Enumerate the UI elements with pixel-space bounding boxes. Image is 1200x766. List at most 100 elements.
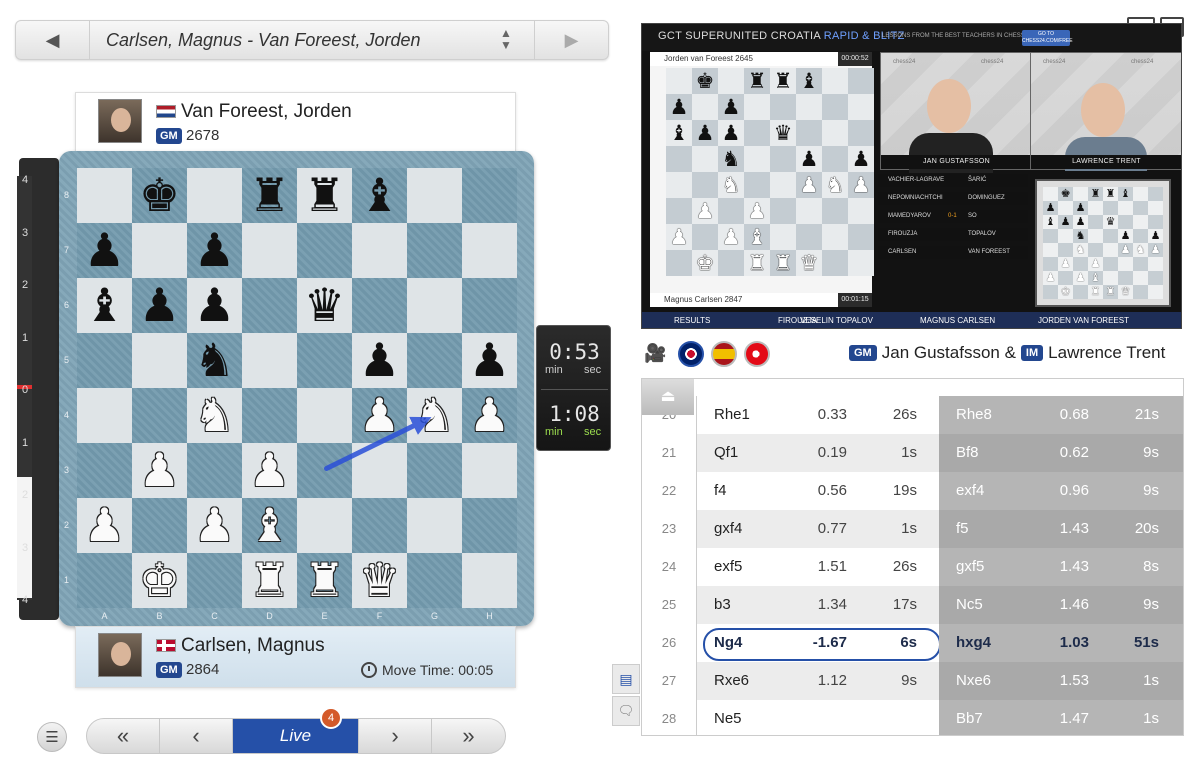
scroll-up-button[interactable]: ⏏ bbox=[642, 379, 694, 415]
square-e3[interactable] bbox=[297, 443, 352, 498]
square-a7[interactable]: ♟ bbox=[77, 223, 132, 278]
square-b2[interactable] bbox=[132, 498, 187, 553]
square-b7[interactable] bbox=[132, 223, 187, 278]
square-h7[interactable] bbox=[462, 223, 517, 278]
square-a5[interactable] bbox=[77, 333, 132, 388]
square-c1[interactable] bbox=[187, 553, 242, 608]
square-f7[interactable] bbox=[352, 223, 407, 278]
black-pawn-icon[interactable]: ♟ bbox=[132, 278, 187, 333]
square-d5[interactable] bbox=[242, 333, 297, 388]
black-bishop-icon[interactable]: ♝ bbox=[77, 278, 132, 333]
black-pawn-icon[interactable]: ♟ bbox=[352, 333, 407, 388]
square-g5[interactable] bbox=[407, 333, 462, 388]
square-h4[interactable]: ♟ bbox=[462, 388, 517, 443]
game-title[interactable]: Carlsen, Magnus - Van Foreest, Jorden bbox=[106, 30, 420, 51]
square-c7[interactable]: ♟ bbox=[187, 223, 242, 278]
black-move-cell[interactable]: hxg4 1.03 51s bbox=[939, 624, 1183, 662]
square-b6[interactable]: ♟ bbox=[132, 278, 187, 333]
square-h2[interactable] bbox=[462, 498, 517, 553]
square-e1[interactable]: ♜ bbox=[297, 553, 352, 608]
turkish-commentary-flag-icon[interactable] bbox=[744, 341, 770, 367]
white-move-cell[interactable]: f4 0.56 19s bbox=[697, 472, 939, 510]
black-move-cell[interactable]: exf4 0.96 9s bbox=[939, 472, 1183, 510]
black-rook-icon[interactable]: ♜ bbox=[242, 168, 297, 223]
square-b4[interactable] bbox=[132, 388, 187, 443]
square-g4[interactable]: ♞ bbox=[407, 388, 462, 443]
square-c8[interactable] bbox=[187, 168, 242, 223]
black-knight-icon[interactable]: ♞ bbox=[187, 333, 242, 388]
square-f5[interactable]: ♟ bbox=[352, 333, 407, 388]
square-c4[interactable]: ♞ bbox=[187, 388, 242, 443]
square-a3[interactable] bbox=[77, 443, 132, 498]
white-move-cell[interactable]: gxf4 0.77 1s bbox=[697, 510, 939, 548]
black-move-cell[interactable]: Bb7 1.47 1s bbox=[939, 700, 1183, 735]
square-d4[interactable] bbox=[242, 388, 297, 443]
square-b5[interactable] bbox=[132, 333, 187, 388]
white-pawn-icon[interactable]: ♟ bbox=[242, 443, 297, 498]
last-move-button[interactable]: » bbox=[432, 719, 505, 753]
square-f3[interactable] bbox=[352, 443, 407, 498]
square-d1[interactable]: ♜ bbox=[242, 553, 297, 608]
square-c5[interactable]: ♞ bbox=[187, 333, 242, 388]
square-f8[interactable]: ♝ bbox=[352, 168, 407, 223]
black-move-cell[interactable]: Nc5 1.46 9s bbox=[939, 586, 1183, 624]
white-pawn-icon[interactable]: ♟ bbox=[352, 388, 407, 443]
white-move-cell[interactable]: Rhe1 0.33 26s bbox=[697, 396, 939, 434]
video-player[interactable]: GCT SUPERUNITED CROATIA RAPID & BLITZ LE… bbox=[641, 23, 1182, 329]
square-a1[interactable] bbox=[77, 553, 132, 608]
square-h8[interactable] bbox=[462, 168, 517, 223]
black-rook-icon[interactable]: ♜ bbox=[297, 168, 352, 223]
square-d6[interactable] bbox=[242, 278, 297, 333]
square-b3[interactable]: ♟ bbox=[132, 443, 187, 498]
english-commentary-flag-icon[interactable] bbox=[678, 341, 704, 367]
spanish-commentary-flag-icon[interactable] bbox=[711, 341, 737, 367]
square-d8[interactable]: ♜ bbox=[242, 168, 297, 223]
white-knight-icon[interactable]: ♞ bbox=[187, 388, 242, 443]
video-camera-icon[interactable]: 🎥 bbox=[644, 343, 666, 364]
square-h1[interactable] bbox=[462, 553, 517, 608]
square-a4[interactable] bbox=[77, 388, 132, 443]
square-e7[interactable] bbox=[297, 223, 352, 278]
square-g3[interactable] bbox=[407, 443, 462, 498]
black-pawn-icon[interactable]: ♟ bbox=[462, 333, 517, 388]
white-move-cell[interactable]: exf5 1.51 26s bbox=[697, 548, 939, 586]
black-move-cell[interactable]: gxf5 1.43 8s bbox=[939, 548, 1183, 586]
previous-game-button[interactable]: ◀ bbox=[16, 21, 90, 59]
square-e2[interactable] bbox=[297, 498, 352, 553]
square-a6[interactable]: ♝ bbox=[77, 278, 132, 333]
square-f1[interactable]: ♛ bbox=[352, 553, 407, 608]
notation-view-icon[interactable]: ▤ bbox=[612, 664, 640, 694]
square-e8[interactable]: ♜ bbox=[297, 168, 352, 223]
black-bishop-icon[interactable]: ♝ bbox=[352, 168, 407, 223]
square-b1[interactable]: ♚ bbox=[132, 553, 187, 608]
white-pawn-icon[interactable]: ♟ bbox=[77, 498, 132, 553]
square-g7[interactable] bbox=[407, 223, 462, 278]
white-bishop-icon[interactable]: ♝ bbox=[242, 498, 297, 553]
square-g6[interactable] bbox=[407, 278, 462, 333]
white-king-icon[interactable]: ♚ bbox=[132, 553, 187, 608]
square-e5[interactable] bbox=[297, 333, 352, 388]
white-rook-icon[interactable]: ♜ bbox=[297, 553, 352, 608]
square-f6[interactable] bbox=[352, 278, 407, 333]
black-move-cell[interactable]: Bf8 0.62 9s bbox=[939, 434, 1183, 472]
square-f4[interactable]: ♟ bbox=[352, 388, 407, 443]
square-h5[interactable]: ♟ bbox=[462, 333, 517, 388]
square-g2[interactable] bbox=[407, 498, 462, 553]
chess-board[interactable]: ♚ ♜ ♜ ♝ ♟ ♟ ♝ ♟ ♟ ♛ ♞ ♟ ♟ ♞ ♟ ♞ ♟ ♟ ♟ ♟ ♟ ♝ ♚ ♜ ♜ ♛ bbox=[77, 168, 517, 608]
white-move-cell[interactable]: b3 1.34 17s bbox=[697, 586, 939, 624]
square-c2[interactable]: ♟ bbox=[187, 498, 242, 553]
square-c6[interactable]: ♟ bbox=[187, 278, 242, 333]
black-move-cell[interactable]: Rhe8 0.68 21s bbox=[939, 396, 1183, 434]
square-d7[interactable] bbox=[242, 223, 297, 278]
square-c3[interactable] bbox=[187, 443, 242, 498]
square-g1[interactable] bbox=[407, 553, 462, 608]
square-e6[interactable]: ♛ bbox=[297, 278, 352, 333]
first-move-button[interactable]: « bbox=[87, 719, 160, 753]
white-move-cell[interactable]: Ne5 bbox=[697, 700, 939, 735]
black-pawn-icon[interactable]: ♟ bbox=[187, 223, 242, 278]
square-g8[interactable] bbox=[407, 168, 462, 223]
square-a8[interactable] bbox=[77, 168, 132, 223]
square-a2[interactable]: ♟ bbox=[77, 498, 132, 553]
white-rook-icon[interactable]: ♜ bbox=[242, 553, 297, 608]
white-knight-icon[interactable]: ♞ bbox=[407, 388, 462, 443]
